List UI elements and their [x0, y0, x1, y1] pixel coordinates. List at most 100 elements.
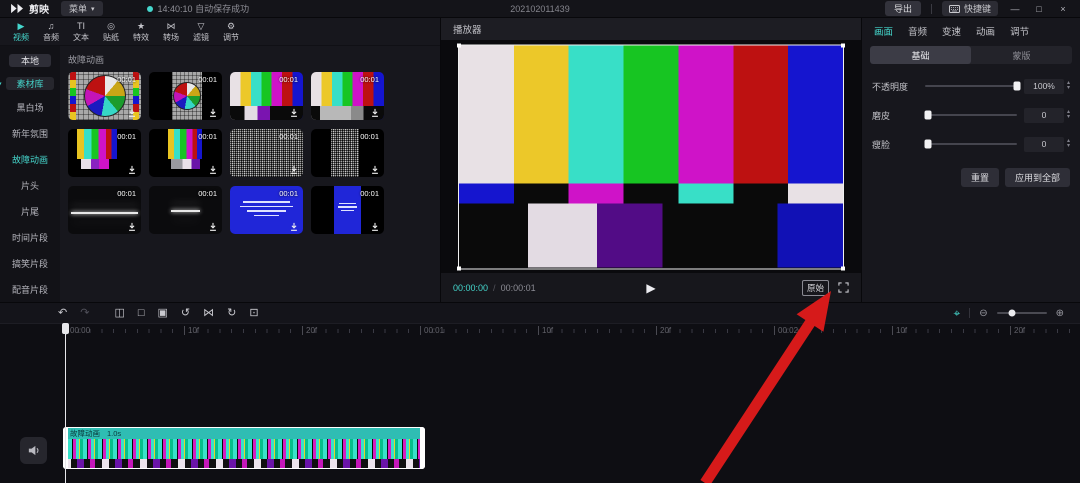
download-icon[interactable] — [370, 108, 380, 118]
download-icon[interactable] — [370, 222, 380, 232]
selection-handle[interactable] — [457, 266, 461, 270]
media-tab-video[interactable]: ▶视频 — [6, 21, 36, 43]
media-item-testcard[interactable]: 00:01 — [68, 72, 141, 120]
props-tab[interactable]: 音频 — [908, 24, 927, 38]
media-item-bars-drop-b[interactable]: 00:01 — [149, 129, 222, 177]
menu-button[interactable]: 菜单 ▾ — [61, 1, 103, 16]
media-tab-text[interactable]: TI文本 — [66, 21, 96, 43]
freeze-icon[interactable]: ▣ — [158, 303, 168, 323]
playhead[interactable] — [65, 323, 66, 483]
mirror-icon[interactable]: ⋈ — [203, 303, 214, 323]
media-item-bars-drop[interactable]: 00:01 — [68, 129, 141, 177]
zoom-out-icon[interactable]: ⊖ — [979, 308, 987, 319]
minimize-button[interactable]: — — [1008, 4, 1022, 14]
props-subtab[interactable]: 蒙版 — [971, 46, 1072, 64]
download-icon[interactable] — [289, 165, 299, 175]
timeline-clip[interactable]: 故障动画 1.0s — [63, 427, 425, 469]
stepper[interactable]: ▴▾ — [1067, 81, 1070, 91]
delete-icon[interactable]: □ — [138, 303, 145, 323]
sidebar-category[interactable]: 片尾 — [0, 198, 60, 224]
sidebar-category[interactable]: 配音片段 — [0, 276, 60, 302]
media-item-testcard-partial[interactable]: 00:01 — [149, 72, 222, 120]
undo-icon[interactable]: ↶ — [58, 303, 67, 323]
download-icon[interactable] — [208, 108, 218, 118]
stepper-down-icon[interactable]: ▾ — [1067, 144, 1070, 149]
zoom-in-icon[interactable]: ⊕ — [1056, 308, 1064, 319]
snap-icon[interactable]: ⌖ — [953, 306, 960, 321]
media-item-noise[interactable]: 00:01 — [230, 129, 303, 177]
selection-handle[interactable] — [841, 43, 845, 47]
playhead-handle[interactable] — [62, 323, 69, 334]
slider-track[interactable] — [925, 85, 1017, 87]
slider-value: 100% — [1024, 79, 1064, 94]
media-item-streak-partial[interactable]: 00:01 — [149, 186, 222, 234]
export-button[interactable]: 导出 — [885, 1, 921, 16]
redo-icon[interactable]: ↷ — [80, 303, 89, 323]
selection-handle[interactable] — [841, 266, 845, 270]
split-icon[interactable]: ◫ — [114, 303, 124, 323]
slider-track[interactable] — [925, 143, 1017, 145]
stepper[interactable]: ▴▾ — [1067, 139, 1070, 149]
props-tab[interactable]: 动画 — [976, 24, 995, 38]
slider-handle[interactable] — [924, 140, 931, 149]
timeline-zoom-slider[interactable] — [997, 312, 1047, 314]
download-icon[interactable] — [289, 108, 299, 118]
sidebar-category[interactable]: 时间片段 — [0, 224, 60, 250]
download-icon[interactable] — [127, 222, 137, 232]
stepper-down-icon[interactable]: ▾ — [1067, 115, 1070, 120]
sidebar-category[interactable]: 片头 — [0, 172, 60, 198]
sidebar-category[interactable]: 故障动画 — [0, 146, 60, 172]
media-tab-audio[interactable]: ♫音频 — [36, 21, 66, 43]
props-subtab[interactable]: 基础 — [870, 46, 971, 64]
media-item-colorbars-b[interactable]: 00:01 — [311, 72, 384, 120]
media-item-bluescreen-partial[interactable]: 00:01 — [311, 186, 384, 234]
media-tab-filter[interactable]: ▽滤镜 — [186, 21, 216, 43]
slider-handle[interactable] — [924, 111, 931, 120]
quality-button[interactable]: 原始 — [802, 280, 829, 296]
apply-to-all-button[interactable]: 应用到全部 — [1005, 168, 1070, 187]
props-tab[interactable]: 变速 — [942, 24, 961, 38]
fullscreen-icon[interactable] — [838, 282, 849, 293]
media-item-colorbars[interactable]: 00:01 — [230, 72, 303, 120]
media-item-noise-partial[interactable]: 00:01 — [311, 129, 384, 177]
media-tab-sticker[interactable]: ◎贴纸 — [96, 21, 126, 43]
smpte-bars-mid — [459, 183, 843, 203]
download-icon[interactable] — [127, 108, 137, 118]
download-icon[interactable] — [370, 165, 380, 175]
download-icon[interactable] — [127, 165, 137, 175]
props-tab[interactable]: 调节 — [1010, 24, 1029, 38]
sidebar-category[interactable]: 新年氛围 — [0, 120, 60, 146]
sidebar-category[interactable]: 搞笑片段 — [0, 250, 60, 276]
media-tab-transition[interactable]: ⋈转场 — [156, 21, 186, 43]
media-tab-effects[interactable]: ★特效 — [126, 21, 156, 43]
reset-button[interactable]: 重置 — [961, 168, 999, 187]
stepper[interactable]: ▴▾ — [1067, 110, 1070, 120]
props-tab[interactable]: 画面 — [874, 24, 893, 38]
slider-track[interactable] — [925, 114, 1017, 116]
track-mute-button[interactable] — [20, 437, 47, 464]
video-preview[interactable] — [458, 44, 844, 269]
shortcuts-button[interactable]: 快捷键 — [942, 1, 998, 16]
media-item-bluescreen[interactable]: 00:01 — [230, 186, 303, 234]
sidebar-item-library[interactable]: ▾ 素材库 — [6, 77, 54, 90]
crop-icon[interactable]: ⊡ — [249, 303, 258, 323]
play-button[interactable]: ▶ — [646, 281, 655, 295]
stepper-down-icon[interactable]: ▾ — [1067, 86, 1070, 91]
sidebar-category[interactable]: 黑白场 — [0, 94, 60, 120]
maximize-button[interactable]: □ — [1032, 4, 1046, 14]
download-icon[interactable] — [289, 222, 299, 232]
clip-inner: 故障动画 1.0s — [63, 427, 425, 469]
close-button[interactable]: × — [1056, 4, 1070, 14]
zoom-slider-handle[interactable] — [1008, 310, 1015, 317]
rotate-icon[interactable]: ↻ — [227, 303, 236, 323]
sidebar-item-local[interactable]: 本地 — [9, 54, 51, 67]
slider-handle[interactable] — [1013, 82, 1020, 91]
timeline-ruler[interactable]: 00:0010f20f00:0110f20f00:0210f20f — [0, 324, 1080, 338]
selection-handle[interactable] — [457, 43, 461, 47]
download-icon[interactable] — [208, 165, 218, 175]
media-tab-adjust[interactable]: ⚙调节 — [216, 21, 246, 43]
download-icon[interactable] — [208, 222, 218, 232]
media-item-streak[interactable]: 00:01 — [68, 186, 141, 234]
clip-trim-handle-right[interactable] — [420, 427, 425, 469]
reverse-icon[interactable]: ↺ — [181, 303, 190, 323]
